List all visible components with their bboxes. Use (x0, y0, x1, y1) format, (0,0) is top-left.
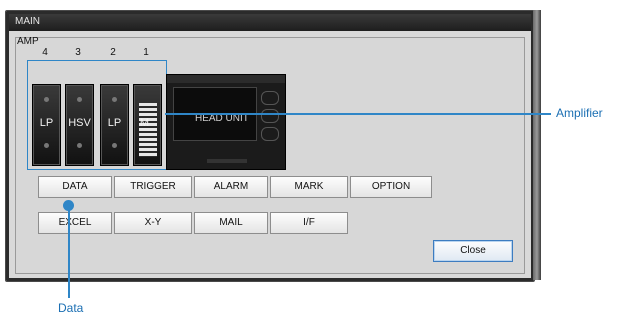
knob-icon (112, 143, 117, 148)
data-callout: Data (58, 301, 84, 315)
channel-number-4: 4 (42, 47, 48, 58)
module-label: LP (107, 117, 122, 129)
trigger-button[interactable]: TRIGGER (114, 176, 192, 198)
connector-icon (261, 91, 279, 105)
close-button[interactable]: Close (433, 240, 513, 262)
mark-button[interactable]: MARK (270, 176, 348, 198)
module-label: LP (39, 117, 54, 129)
excel-button[interactable]: EXCEL (38, 212, 112, 234)
connector-icon (261, 109, 279, 123)
window-title: MAIN (15, 16, 40, 27)
head-unit[interactable]: HEAD UNIT (166, 74, 286, 170)
x-y-button[interactable]: X-Y (114, 212, 192, 234)
led-meter-icon (139, 103, 157, 157)
if-button[interactable]: I/F (270, 212, 348, 234)
knob-icon (44, 97, 49, 102)
amplifier-callout-line (165, 113, 551, 115)
knob-icon (77, 143, 82, 148)
amp-module-ch4[interactable]: LP (32, 84, 61, 166)
window-edge (533, 10, 541, 280)
connector-icon (261, 127, 279, 141)
knob-icon (44, 143, 49, 148)
channel-number-1: 1 (143, 47, 149, 58)
channel-number-3: 3 (75, 47, 81, 58)
amp-module-ch3[interactable]: HSV (65, 84, 94, 166)
head-unit-top (167, 75, 285, 83)
alarm-button[interactable]: ALARM (194, 176, 268, 198)
amplifier-callout: Amplifier (556, 106, 603, 120)
head-unit-label: HEAD UNIT (195, 113, 249, 124)
module-label: M (139, 117, 150, 129)
option-button[interactable]: OPTION (350, 176, 432, 198)
amp-module-ch1[interactable]: M (133, 84, 162, 166)
mail-button[interactable]: MAIL (194, 212, 268, 234)
data-callout-line (68, 206, 70, 298)
channel-number-2: 2 (110, 47, 116, 58)
data-button[interactable]: DATA (38, 176, 112, 198)
amp-module-ch2[interactable]: LP (100, 84, 129, 166)
knob-icon (77, 97, 82, 102)
module-label: HSV (68, 117, 91, 129)
title-bar: MAIN (9, 14, 531, 31)
head-unit-foot (207, 159, 247, 163)
knob-icon (112, 97, 117, 102)
amp-label: AMP (17, 36, 39, 47)
